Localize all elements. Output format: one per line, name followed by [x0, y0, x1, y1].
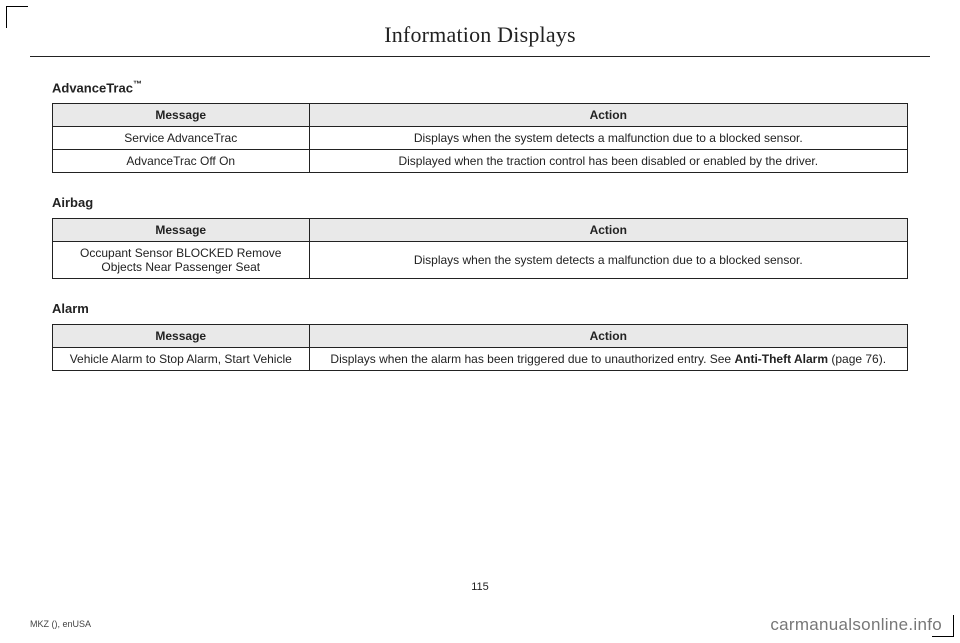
- action-text-post: (page 76).: [828, 352, 886, 366]
- table-header-row: Message Action: [53, 325, 908, 348]
- crop-mark-top-left: [6, 6, 28, 28]
- section-heading-alarm: Alarm: [52, 301, 908, 316]
- action-text-pre: Displays when the alarm has been trigger…: [330, 352, 734, 366]
- table-row: Vehicle Alarm to Stop Alarm, Start Vehic…: [53, 348, 908, 371]
- col-header-message: Message: [53, 325, 310, 348]
- page-title: Information Displays: [0, 0, 960, 48]
- header-rule: [30, 56, 930, 57]
- section-heading-airbag: Airbag: [52, 195, 908, 210]
- col-header-action: Action: [309, 219, 908, 242]
- page: Information Displays AdvanceTrac™ Messag…: [0, 0, 960, 643]
- table-header-row: Message Action: [53, 219, 908, 242]
- cell-message: AdvanceTrac Off On: [53, 150, 310, 173]
- table-alarm: Message Action Vehicle Alarm to Stop Ala…: [52, 324, 908, 371]
- trademark-symbol: ™: [133, 79, 142, 89]
- heading-text: AdvanceTrac: [52, 80, 133, 95]
- table-row: Service AdvanceTrac Displays when the sy…: [53, 127, 908, 150]
- cell-message: Service AdvanceTrac: [53, 127, 310, 150]
- col-header-action: Action: [309, 104, 908, 127]
- table-row: AdvanceTrac Off On Displayed when the tr…: [53, 150, 908, 173]
- cell-message: Occupant Sensor BLOCKED Remove Objects N…: [53, 242, 310, 279]
- table-airbag: Message Action Occupant Sensor BLOCKED R…: [52, 218, 908, 279]
- page-number: 115: [0, 581, 960, 593]
- cell-action: Displays when the alarm has been trigger…: [309, 348, 908, 371]
- cell-message: Vehicle Alarm to Stop Alarm, Start Vehic…: [53, 348, 310, 371]
- col-header-message: Message: [53, 104, 310, 127]
- table-header-row: Message Action: [53, 104, 908, 127]
- cell-action: Displays when the system detects a malfu…: [309, 127, 908, 150]
- action-text-bold: Anti-Theft Alarm: [734, 352, 828, 366]
- col-header-message: Message: [53, 219, 310, 242]
- table-row: Occupant Sensor BLOCKED Remove Objects N…: [53, 242, 908, 279]
- col-header-action: Action: [309, 325, 908, 348]
- cell-action: Displayed when the traction control has …: [309, 150, 908, 173]
- doc-code: MKZ (), enUSA: [30, 619, 91, 629]
- watermark: carmanualsonline.info: [770, 615, 942, 635]
- table-advancetrac: Message Action Service AdvanceTrac Displ…: [52, 103, 908, 173]
- section-heading-advancetrac: AdvanceTrac™: [52, 79, 908, 95]
- cell-action: Displays when the system detects a malfu…: [309, 242, 908, 279]
- content-area: AdvanceTrac™ Message Action Service Adva…: [0, 79, 960, 371]
